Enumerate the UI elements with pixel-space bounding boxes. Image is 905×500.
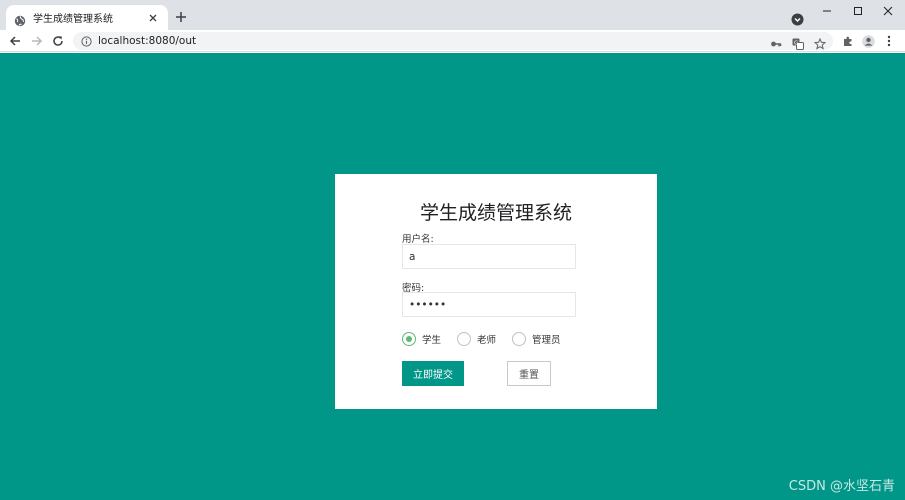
extensions-icon[interactable]	[839, 32, 857, 50]
key-icon[interactable]	[770, 35, 782, 47]
username-input[interactable]	[402, 244, 576, 269]
browser-tab[interactable]: 学生成绩管理系统	[6, 5, 168, 30]
tab-strip: 学生成绩管理系统	[0, 0, 905, 30]
role-label-student: 学生	[422, 335, 442, 346]
translate-icon[interactable]: G	[792, 35, 804, 50]
role-radio-admin[interactable]: 管理员	[512, 332, 561, 346]
page-title: 学生成绩管理系统	[419, 202, 572, 224]
page-background: 学生成绩管理系统 用户名: 密码: 学生 老师 管理员 立即提交 重置 CSDN…	[0, 53, 905, 500]
bookmark-star-icon[interactable]	[813, 35, 827, 50]
browser-toolbar: localhost:8080/out G	[0, 30, 905, 52]
role-radio-group: 学生 老师 管理员	[402, 332, 602, 348]
role-radio-student[interactable]: 学生	[402, 332, 441, 346]
watermark: CSDN @水坚石青	[788, 479, 895, 494]
address-bar[interactable]: localhost:8080/out G	[73, 32, 833, 50]
close-tab-icon[interactable]	[146, 11, 160, 25]
reload-icon[interactable]	[49, 32, 67, 50]
url-text[interactable]: localhost:8080/out	[98, 35, 196, 47]
role-radio-teacher[interactable]: 老师	[457, 332, 496, 346]
close-window-icon[interactable]	[871, 0, 905, 22]
globe-icon	[14, 12, 26, 26]
profile-avatar-icon[interactable]	[859, 32, 877, 50]
radio-unchecked-icon[interactable]	[457, 332, 471, 346]
reset-button[interactable]: 重置	[507, 361, 551, 386]
role-label-teacher: 老师	[477, 335, 497, 346]
menu-kebab-icon[interactable]	[880, 32, 898, 50]
submit-button[interactable]: 立即提交	[402, 361, 464, 386]
svg-text:G: G	[794, 40, 798, 46]
info-icon[interactable]	[81, 32, 92, 51]
minimize-icon[interactable]	[810, 0, 844, 22]
forward-arrow-icon[interactable]	[28, 32, 46, 50]
login-card: 学生成绩管理系统 用户名: 密码: 学生 老师 管理员 立即提交 重置	[335, 174, 657, 409]
radio-unchecked-icon[interactable]	[512, 332, 526, 346]
maximize-icon[interactable]	[841, 0, 875, 22]
tab-search-icon[interactable]	[791, 11, 804, 26]
role-label-admin: 管理员	[532, 335, 561, 346]
back-arrow-icon[interactable]	[6, 32, 24, 50]
tab-title: 学生成绩管理系统	[33, 14, 113, 25]
password-input[interactable]	[402, 292, 576, 317]
new-tab-button[interactable]	[173, 9, 189, 25]
radio-checked-icon[interactable]	[402, 332, 416, 346]
username-label: 用户名:	[402, 234, 434, 245]
